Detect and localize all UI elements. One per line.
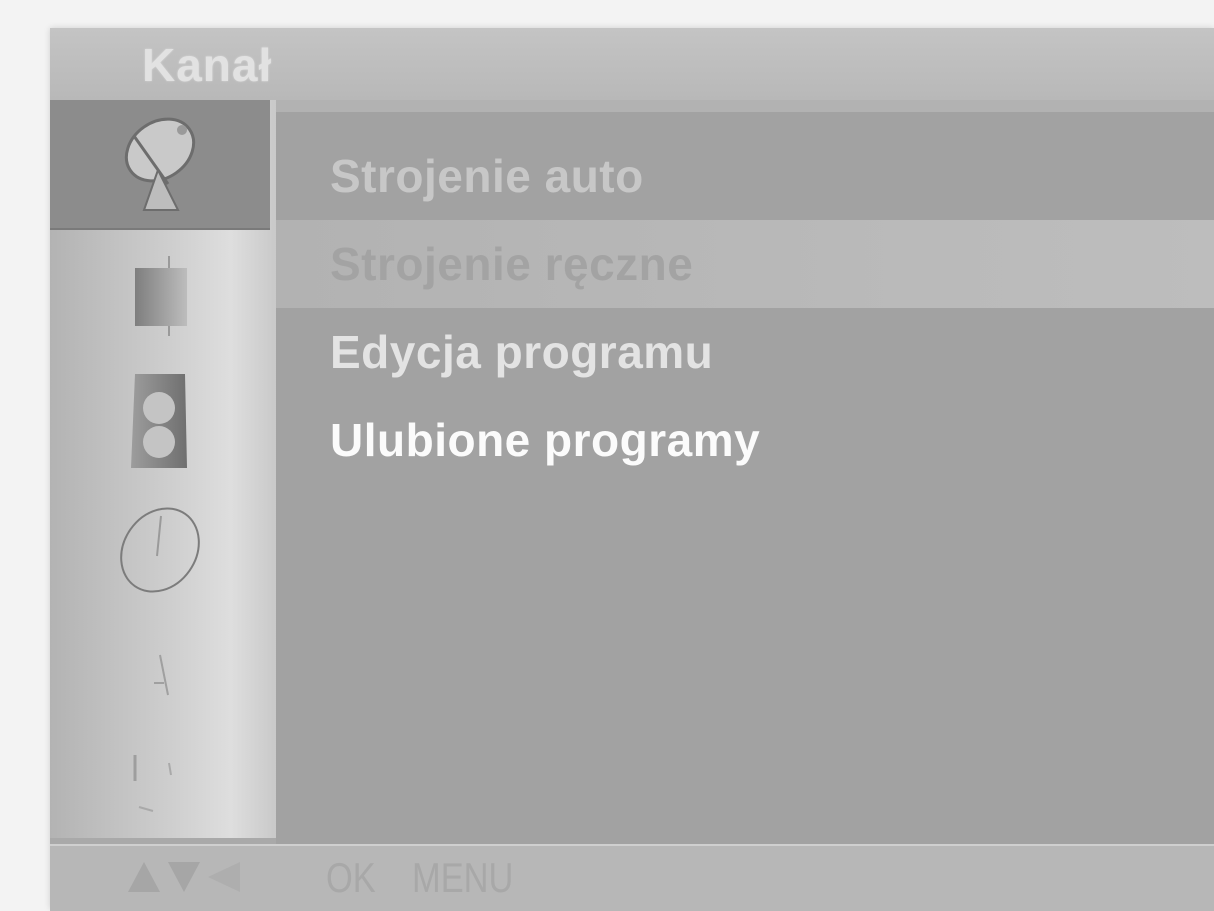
arrow-left-icon [206,860,242,899]
satellite-dish-icon [108,106,212,223]
menu-item-auto-tuning[interactable]: Strojenie auto [276,132,1214,220]
arrow-up-icon [126,860,162,899]
menu-item-label: Strojenie ręczne [330,238,694,290]
sidebar-item-channel[interactable] [50,100,270,230]
audio-speaker-icon [125,368,195,477]
arrow-down-icon [166,860,202,899]
menu-item-favourite-programs[interactable]: Ulubione programy [276,396,1214,484]
menu-title: Kanał [142,39,273,91]
lock-icon [130,643,190,718]
menu-item-manual-tuning[interactable]: Strojenie ręczne [276,220,1214,308]
clock-icon [105,500,215,605]
menu-sidebar [50,100,276,838]
navigation-arrows [126,860,242,899]
menu-content: Strojenie auto Strojenie ręczne Edycja p… [276,100,1214,844]
sidebar-item-audio[interactable] [50,362,270,482]
menu-item-label: Ulubione programy [330,414,761,466]
tv-menu-window: Kanał Strojenie auto Strojenie ręczne Ed… [50,28,1214,911]
menu-item-label: Strojenie auto [330,150,644,202]
picture-icon [125,255,195,341]
sidebar-item-input[interactable] [50,740,270,836]
menu-item-label: Edycja programu [330,326,714,378]
menu-key-hint: MENU [412,854,514,901]
sidebar-item-picture[interactable] [50,252,270,344]
input-icon [115,741,205,836]
sidebar-item-lock[interactable] [50,630,270,730]
sidebar-item-time[interactable] [50,492,270,612]
title-bar: Kanał [50,28,1214,102]
ok-key-hint: OK [326,854,376,901]
menu-item-program-edit[interactable]: Edycja programu [276,308,1214,396]
navigation-hint-bar: OK MENU [50,844,1214,911]
